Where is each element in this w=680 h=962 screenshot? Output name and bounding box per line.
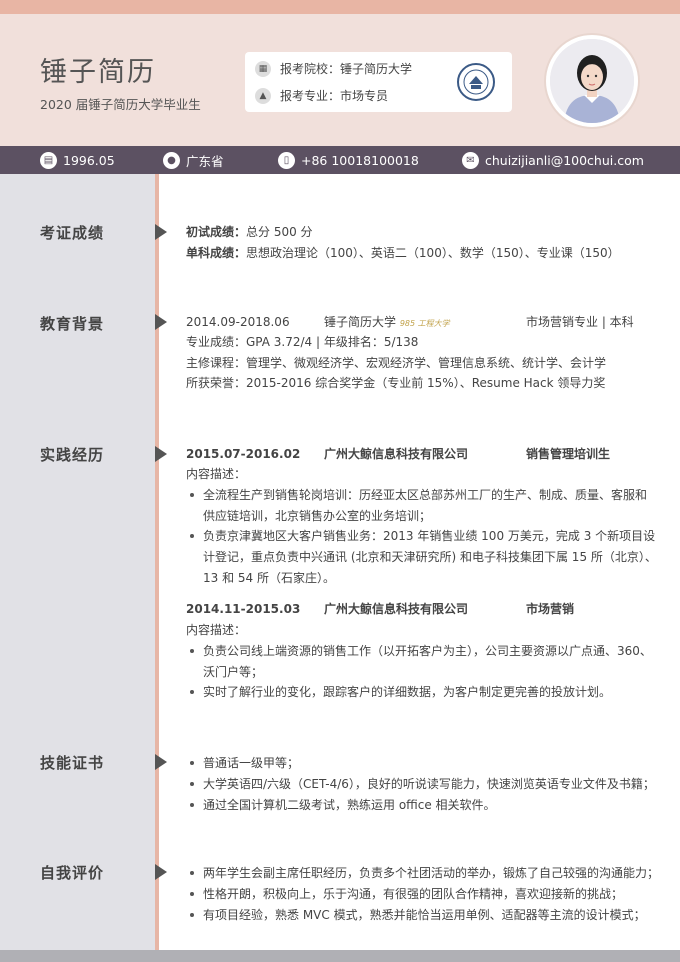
email-item: ✉ chuizijianli@100chui.com [462,146,644,174]
job-role: 市场营销 [526,602,575,616]
university-seal-icon [457,63,495,101]
section-arrow-icon [155,754,167,770]
job-desc-line: 13 和 54 所（石家庄）。 [203,571,335,585]
job-desc-line: 供应链培训，北京销售办公室的业务培训； [203,509,432,523]
section-sidebar [0,174,155,950]
job-desc-line: 实时了解行业的变化，跟踪客户的详细数据，为客户制定更完善的投放计划。 [203,685,612,699]
section-title-self: 自我评价 [40,864,105,882]
location-text: 广东省 [186,153,224,169]
skill-item: 通过全国计算机二级考试，熟练运用 office 相关软件。 [203,798,496,812]
graduation-cap-icon: ▲ [255,87,271,104]
avatar [544,33,640,129]
skill-item: 大学英语四/六级（CET-4/6），良好的听说读写能力，快速浏览英语专业文件及书… [203,777,655,791]
apply-school-row: ▦ 报考院校：锤子简历大学 [255,60,412,77]
self-item: 两年学生会副主席任职经历，负责多个社团活动的举办，锻炼了自己较强的沟通能力； [203,866,660,880]
job-period: 2015.07-2016.02 [186,447,301,461]
calendar-icon: ▤ [40,151,57,169]
edu-major: 市场营销专业 | 本科 [526,315,634,329]
job-desc-line: 计登记，重点负责中兴通讯 (北京和天津研究所) 和电子科技集团下属 15 所（北… [203,550,657,564]
birth-text: 1996.05 [63,152,115,168]
bullet-icon [190,913,194,917]
application-box: ▦ 报考院校：锤子简历大学 ▲ 报考专业：市场专员 [245,52,512,112]
resume-name: 锤子简历 [40,57,156,88]
bullet-icon [190,761,194,765]
email-icon: ✉ [462,151,479,169]
edu-school-tag: 985 工程大学 [399,319,450,328]
location-item: ● 广东省 [163,146,224,174]
skill-item: 普通话一级甲等； [203,756,300,770]
bullet-icon [190,871,194,875]
exam-subject-line: 单科成绩：思想政治理论（100）、英语二（100）、数学（150）、专业课（15… [186,246,620,260]
job-desc-line: 全流程生产到销售轮岗培训：历经亚太区总部苏州工厂的生产、制成、质量、客服和 [203,488,648,502]
job-desc-line: 沃门户等； [203,665,264,679]
section-arrow-icon [155,314,167,330]
edu-line: 主修课程：管理学、微观经济学、宏观经济学、管理信息系统、统计学、会计学 [186,356,607,370]
self-item: 有项目经验，熟悉 MVC 模式，熟悉并能恰当运用单例、适配器等主流的设计模式； [203,908,646,922]
resume-header: 锤子简历 2020 届锤子简历大学毕业生 ▦ 报考院校：锤子简历大学 ▲ 报考专… [0,14,680,146]
job-period: 2014.11-2015.03 [186,602,301,616]
bullet-icon [190,649,194,653]
phone-item: ▯ +86 10018100018 [278,146,419,174]
bullet-icon [190,782,194,786]
job-role: 销售管理培训生 [526,447,611,461]
school-icon: ▦ [255,60,271,77]
location-pin-icon: ● [163,151,180,169]
apply-major-text: 报考专业：市场专员 [280,89,389,103]
bullet-icon [190,690,194,694]
avatar-photo [550,39,634,123]
section-title-education: 教育背景 [40,315,105,333]
birth-item: ▤ 1996.05 [40,146,115,174]
bullet-icon [190,493,194,497]
section-arrow-icon [155,224,167,240]
self-item: 性格开朗，积极向上，乐于沟通，有很强的团队合作精神，喜欢迎接新的挑战； [203,887,624,901]
bottom-bar [0,950,680,962]
job-desc-label: 内容描述： [186,623,247,637]
section-arrow-icon [155,864,167,880]
bullet-icon [190,534,194,538]
resume-subtitle: 2020 届锤子简历大学毕业生 [40,97,201,112]
contact-bar: ▤ 1996.05 ● 广东省 ▯ +86 10018100018 ✉ chui… [0,146,680,174]
edu-line: 专业成绩：GPA 3.72/4 | 年级排名：5/138 [186,335,419,349]
bullet-icon [190,803,194,807]
email-text[interactable]: chuizijianli@100chui.com [485,153,644,168]
phone-icon: ▯ [278,151,295,169]
job-desc-line: 负责京津冀地区大客户销售业务：2013 年销售业绩 100 万美元，完成 3 个… [203,529,656,543]
timeline-line [155,174,159,950]
top-accent-bar [0,0,680,14]
edu-period: 2014.09-2018.06 [186,315,290,329]
edu-school: 锤子简历大学 985 工程大学 [324,315,450,329]
section-title-practice: 实践经历 [40,446,105,464]
bullet-icon [190,892,194,896]
section-title-exam: 考证成绩 [40,224,105,242]
section-title-skills: 技能证书 [40,754,105,772]
phone-text[interactable]: +86 10018100018 [301,153,419,168]
apply-major-row: ▲ 报考专业：市场专员 [255,87,388,104]
apply-school-text: 报考院校：锤子简历大学 [280,62,413,76]
job-desc-line: 负责公司线上端资源的销售工作（以开拓客户为主），公司主要资源以广点通、360、 [203,644,652,658]
job-company: 广州大鲸信息科技有限公司 [324,447,469,461]
job-desc-label: 内容描述： [186,467,247,481]
section-arrow-icon [155,446,167,462]
edu-line: 所获荣誉：2015-2016 综合奖学金（专业前 15%）、Resume Hac… [186,376,606,390]
job-company: 广州大鲸信息科技有限公司 [324,602,469,616]
exam-initial-line: 初试成绩：总分 500 分 [186,225,313,239]
